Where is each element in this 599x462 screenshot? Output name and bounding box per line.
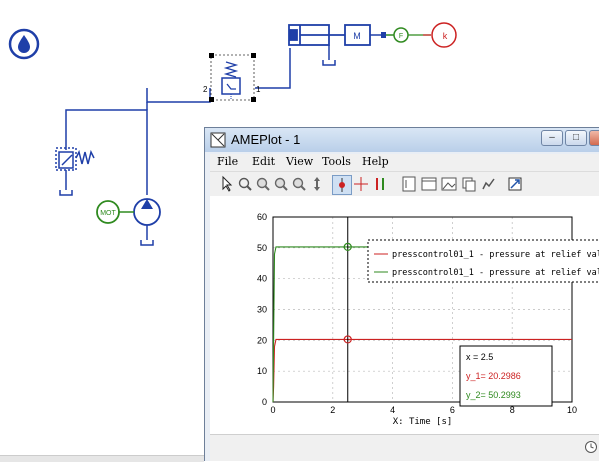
menu-tools[interactable]: Tools [322, 155, 351, 168]
mass-icon[interactable]: M [344, 24, 386, 46]
plot-data-icon[interactable] [480, 175, 498, 193]
legend-entry-1: presscontrol01_1 - pressure at relief va… [392, 250, 599, 260]
clock-icon [585, 441, 597, 453]
y-tick-label: 60 [257, 212, 267, 222]
mass-label: M [353, 31, 361, 41]
minimize-button[interactable]: – [541, 130, 563, 146]
cursor-readout[interactable]: x = 2.5 y_1= 20.2986 y_2= 50.2993 [459, 345, 553, 407]
ameplot-app-icon [210, 132, 226, 148]
zoom-box-icon[interactable] [290, 175, 308, 193]
x-tick-label: 2 [330, 405, 335, 415]
cursor-tool-icon[interactable] [332, 175, 352, 195]
plot-area[interactable]: 0 10 20 30 40 50 60 0 2 4 6 8 10 X: Time [s] pressc… [210, 196, 599, 434]
zoom-out-icon[interactable] [272, 175, 290, 193]
menu-edit[interactable]: Edit [252, 155, 275, 168]
pressure-control-valve-icon[interactable]: 2 1 [203, 53, 261, 102]
ameplot-window[interactable]: AMEPlot - 1 – □ File Edit View Tools Hel… [204, 127, 599, 461]
pump-icon[interactable] [119, 198, 161, 246]
toolbar [210, 171, 599, 196]
window-layout-icon[interactable] [420, 175, 438, 193]
cursor-y2-value: y_2= 50.2993 [466, 390, 521, 400]
move-tool-icon[interactable] [308, 175, 326, 193]
pointer-tool-icon[interactable] [218, 175, 236, 193]
y-tick-label: 30 [257, 305, 267, 315]
cursor-y1-value: y_1= 20.2986 [466, 371, 521, 381]
menu-bar: File Edit View Tools Help [210, 154, 599, 171]
legend[interactable]: presscontrol01_1 - pressure at relief va… [367, 239, 599, 283]
close-button[interactable] [589, 130, 599, 146]
window-titlebar[interactable]: AMEPlot - 1 – □ [205, 128, 599, 152]
y-tick-label: 20 [257, 335, 267, 345]
cursor-x-value: x = 2.5 [466, 352, 493, 362]
port-label-2: 2 [203, 85, 208, 94]
export-icon[interactable] [506, 175, 524, 193]
pan-tool-icon[interactable] [236, 175, 254, 193]
x-tick-label: 6 [450, 405, 455, 415]
status-bar [210, 434, 599, 461]
copy-icon[interactable] [460, 175, 478, 193]
page-layout-icon[interactable] [400, 175, 418, 193]
relief-valve-icon[interactable] [55, 147, 95, 196]
crosshair-tool-icon[interactable] [352, 175, 370, 193]
window-title: AMEPlot - 1 [231, 132, 301, 147]
maximize-button[interactable]: □ [565, 130, 587, 146]
zoom-in-icon[interactable] [254, 175, 272, 193]
y-tick-label: 0 [262, 397, 267, 407]
image-icon[interactable] [440, 175, 458, 193]
y-tick-labels: 0 10 20 30 40 50 60 [257, 212, 267, 407]
motor-label: MOT [100, 210, 116, 217]
x-tick-label: 0 [270, 405, 275, 415]
hydraulic-cylinder-icon[interactable] [288, 24, 345, 66]
menu-file[interactable]: File [217, 155, 238, 168]
y-tick-label: 10 [257, 366, 267, 376]
signal-source-icon[interactable]: k [423, 22, 457, 48]
x-tick-label: 4 [390, 405, 395, 415]
y-tick-label: 40 [257, 274, 267, 284]
legend-entry-2: presscontrol01_1 - pressure at relief va… [392, 268, 599, 278]
motor-icon[interactable]: MOT [96, 200, 120, 224]
water-drop-icon[interactable] [8, 28, 40, 60]
y-tick-label: 50 [257, 243, 267, 253]
x-tick-label: 10 [567, 405, 577, 415]
sensor-label: k [443, 31, 448, 41]
multi-cursor-icon[interactable] [372, 175, 390, 193]
menu-help[interactable]: Help [362, 155, 389, 168]
force-label: F [399, 33, 403, 40]
port-label-1: 1 [256, 85, 261, 94]
x-axis-label: X: Time [s] [393, 417, 453, 427]
menu-view[interactable]: View [286, 155, 313, 168]
